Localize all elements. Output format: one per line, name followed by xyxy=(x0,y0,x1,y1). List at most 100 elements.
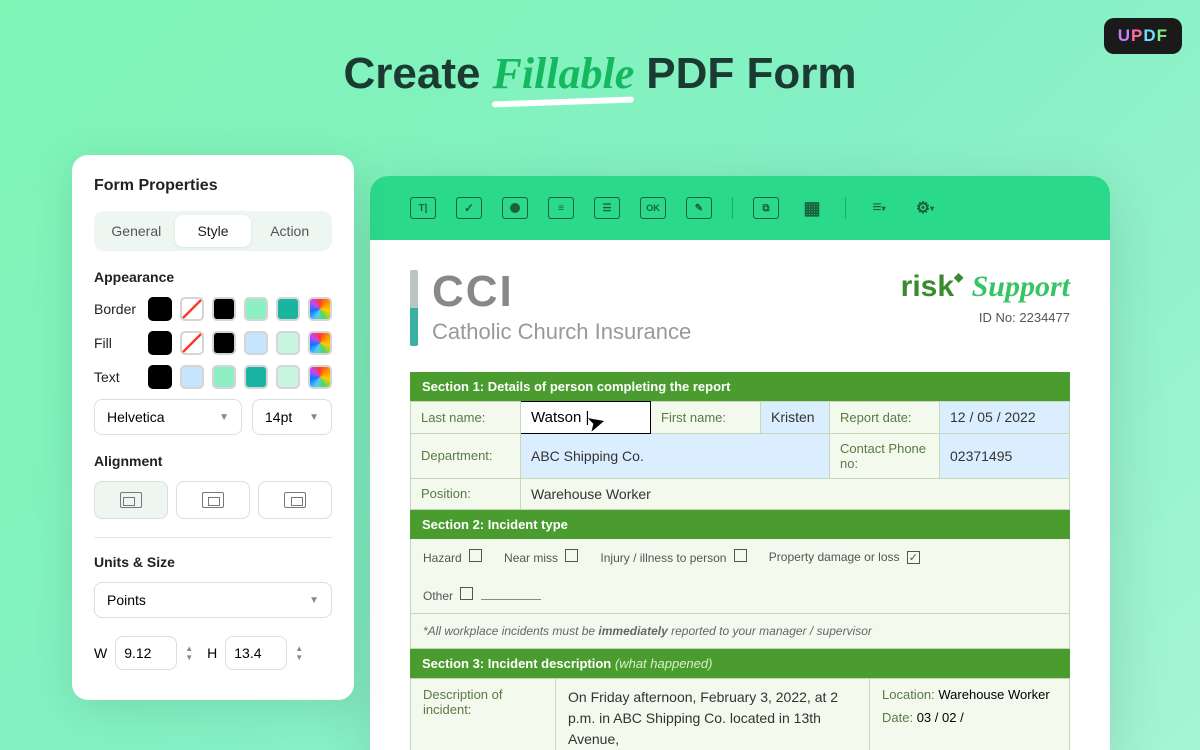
text-swatch-blue[interactable] xyxy=(180,365,204,389)
description-label: Description of incident: xyxy=(411,678,556,750)
align-center-icon xyxy=(202,492,224,508)
text-swatch-black[interactable] xyxy=(148,365,172,389)
appearance-heading: Appearance xyxy=(94,269,332,285)
tab-style[interactable]: Style xyxy=(175,215,252,247)
brand-badge: UPDF xyxy=(1104,18,1182,54)
text-label: Text xyxy=(94,369,140,385)
other-option[interactable]: Other xyxy=(423,587,541,603)
hero-title: Create Fillable PDF Form xyxy=(0,0,1200,99)
location-label: Location: xyxy=(882,687,935,702)
width-label: W xyxy=(94,645,107,661)
location-value[interactable]: Warehouse Worker xyxy=(938,687,1049,702)
chevron-down-icon: ▼ xyxy=(219,412,229,423)
radio-tool-icon[interactable] xyxy=(502,197,528,219)
fill-swatch-none[interactable] xyxy=(180,331,204,355)
document-area: CCI Catholic Church Insurance risk◆ Supp… xyxy=(370,240,1110,750)
textfield-tool-icon[interactable]: T| xyxy=(410,197,436,219)
text-swatch-rainbow[interactable] xyxy=(308,365,332,389)
tab-general[interactable]: General xyxy=(98,215,175,247)
button-tool-icon[interactable]: OK xyxy=(640,197,666,219)
hero-mid: Fillable xyxy=(492,48,634,99)
section-2-header: Section 2: Incident type xyxy=(410,510,1070,539)
form-toolbar: T| ≡ ☰ OK ✎ ⧉ ▦ ≡▾ ⚙▾ xyxy=(370,176,1110,240)
date-label: Date: xyxy=(882,710,913,725)
border-label: Border xyxy=(94,301,140,317)
align-right-icon xyxy=(284,492,306,508)
id-number: ID No: 2234477 xyxy=(901,310,1070,325)
align-tool-icon[interactable]: ≡▾ xyxy=(866,197,892,219)
height-label: H xyxy=(207,645,217,661)
position-input[interactable]: Warehouse Worker xyxy=(521,478,1070,509)
hero-pre: Create xyxy=(344,49,481,99)
alignment-heading: Alignment xyxy=(94,453,332,469)
grid-tool-icon[interactable]: ▦ xyxy=(799,197,825,219)
description-input[interactable]: On Friday afternoon, February 3, 2022, a… xyxy=(556,678,870,750)
border-swatch-teal[interactable] xyxy=(276,297,300,321)
tools-menu-icon[interactable]: ⚙▾ xyxy=(912,197,938,219)
section-3-table: Description of incident: On Friday after… xyxy=(410,678,1070,750)
signature-tool-icon[interactable]: ✎ xyxy=(686,197,712,219)
fontsize-select[interactable]: 14pt▼ xyxy=(252,399,332,435)
fill-swatch-black2[interactable] xyxy=(212,331,236,355)
panel-title: Form Properties xyxy=(94,177,332,195)
lastname-label: Last name: xyxy=(411,401,521,433)
align-right-button[interactable] xyxy=(258,481,332,519)
form-properties-panel: Form Properties General Style Action App… xyxy=(72,155,354,700)
align-left-icon xyxy=(120,492,142,508)
border-swatch-rainbow[interactable] xyxy=(308,297,332,321)
phone-label: Contact Phone no: xyxy=(830,433,940,478)
chevron-down-icon: ▼ xyxy=(309,412,319,423)
cci-bar-icon xyxy=(410,270,418,346)
cci-subtitle: Catholic Church Insurance xyxy=(432,318,691,346)
text-swatch-mint[interactable] xyxy=(212,365,236,389)
cursor-icon: ➤ xyxy=(584,408,609,438)
fill-label: Fill xyxy=(94,335,140,351)
date-value[interactable]: 03 / 02 / xyxy=(917,710,964,725)
tab-action[interactable]: Action xyxy=(251,215,328,247)
align-left-button[interactable] xyxy=(94,481,168,519)
width-input[interactable] xyxy=(115,636,177,670)
lastname-input[interactable]: Watson |➤ xyxy=(521,401,651,433)
reportdate-label: Report date: xyxy=(830,401,940,433)
tab-bar: General Style Action xyxy=(94,211,332,251)
hero-post: PDF Form xyxy=(646,49,856,99)
phone-input[interactable]: 02371495 xyxy=(940,433,1070,478)
hazard-option[interactable]: Hazard xyxy=(423,549,482,565)
align-center-button[interactable] xyxy=(176,481,250,519)
fill-swatch-rainbow[interactable] xyxy=(308,331,332,355)
units-select[interactable]: Points▼ xyxy=(94,582,332,618)
listbox-tool-icon[interactable]: ☰ xyxy=(594,197,620,219)
dropdown-tool-icon[interactable]: ≡ xyxy=(548,197,574,219)
units-heading: Units & Size xyxy=(94,554,332,570)
fill-swatch-black[interactable] xyxy=(148,331,172,355)
height-input[interactable] xyxy=(225,636,287,670)
section-1-table: Last name: Watson |➤ First name: Kristen… xyxy=(410,401,1070,510)
height-stepper[interactable]: ▲▼ xyxy=(295,645,303,662)
width-stepper[interactable]: ▲▼ xyxy=(185,645,193,662)
location-date-cell: Location: Warehouse Worker Date: 03 / 02… xyxy=(870,678,1070,750)
fill-swatch-blue[interactable] xyxy=(244,331,268,355)
border-swatch-mint[interactable] xyxy=(244,297,268,321)
border-swatch-black2[interactable] xyxy=(212,297,236,321)
injury-option[interactable]: Injury / illness to person xyxy=(600,549,746,565)
reportdate-input[interactable]: 12 / 05 / 2022 xyxy=(940,401,1070,433)
incident-type-row: Hazard Near miss Injury / illness to per… xyxy=(410,539,1070,614)
section-1-header: Section 1: Details of person completing … xyxy=(410,372,1070,401)
border-swatch-none[interactable] xyxy=(180,297,204,321)
chevron-down-icon: ▼ xyxy=(309,595,319,606)
risk-support-logo: risk◆ Support xyxy=(901,270,1070,304)
border-swatch-black[interactable] xyxy=(148,297,172,321)
position-label: Position: xyxy=(411,478,521,509)
fill-swatch-mint[interactable] xyxy=(276,331,300,355)
firstname-label: First name: xyxy=(651,401,761,433)
copy-tool-icon[interactable]: ⧉ xyxy=(753,197,779,219)
font-select[interactable]: Helvetica▼ xyxy=(94,399,242,435)
section-3-header: Section 3: Incident description (what ha… xyxy=(410,649,1070,678)
text-swatch-teal[interactable] xyxy=(244,365,268,389)
nearmiss-option[interactable]: Near miss xyxy=(504,549,578,565)
firstname-input[interactable]: Kristen xyxy=(761,401,830,433)
property-option[interactable]: Property damage or loss xyxy=(769,550,920,564)
text-swatch-mint2[interactable] xyxy=(276,365,300,389)
checkbox-tool-icon[interactable] xyxy=(456,197,482,219)
department-input[interactable]: ABC Shipping Co. xyxy=(521,433,830,478)
